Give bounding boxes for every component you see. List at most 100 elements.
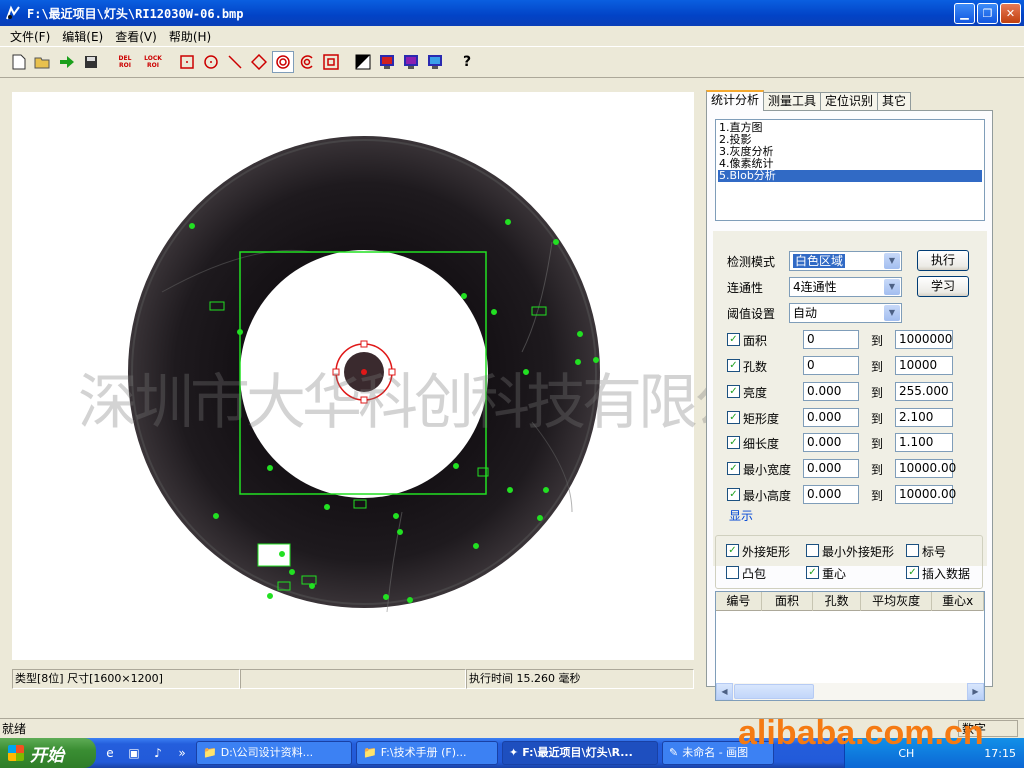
monitor-purple-button[interactable] bbox=[400, 51, 422, 73]
analysis-listbox[interactable]: 1.直方图 2.投影 3.灰度分析 4.像素统计 5.Blob分析 bbox=[715, 119, 985, 221]
list-item[interactable]: 1.直方图 bbox=[718, 122, 982, 134]
brightness-max-input[interactable]: 255.000 bbox=[895, 382, 953, 401]
column-header[interactable]: 面积 bbox=[762, 592, 814, 611]
del-roi-button[interactable]: DEL ROI bbox=[112, 51, 138, 73]
holes-max-input[interactable]: 10000 bbox=[895, 356, 953, 375]
image-canvas[interactable] bbox=[12, 92, 694, 660]
menu-view[interactable]: 查看(V) bbox=[109, 28, 163, 45]
task-folder-manual[interactable]: 📁 F:\技术手册 (F)... bbox=[356, 741, 498, 765]
quicklaunch-media-icon[interactable]: ♪ bbox=[148, 743, 168, 763]
column-header[interactable]: 编号 bbox=[716, 592, 762, 611]
minimize-button[interactable]: ▁ bbox=[954, 3, 975, 24]
holes-min-input[interactable]: 0 bbox=[803, 356, 859, 375]
menu-bar: 文件(F) 编辑(E) 查看(V) 帮助(H) bbox=[0, 26, 1024, 46]
del-roi-label-bottom: ROI bbox=[119, 62, 131, 69]
result-table[interactable]: 编号 面积 孔数 平均灰度 重心x ◀ ▶ bbox=[715, 591, 985, 701]
rect-ring-roi-button[interactable] bbox=[320, 51, 342, 73]
min-width-max-input[interactable]: 10000.00 bbox=[895, 459, 956, 478]
scroll-left-icon[interactable]: ◀ bbox=[716, 683, 733, 700]
insert-data-checkbox[interactable]: ✓ bbox=[906, 566, 919, 579]
area-max-input[interactable]: 1000000 bbox=[895, 330, 953, 349]
task-folder-design[interactable]: 📁 D:\公司设计资料... bbox=[196, 741, 352, 765]
learn-button[interactable]: 学习 bbox=[917, 276, 969, 297]
task-paint[interactable]: ✎ 未命名 - 画图 bbox=[662, 741, 774, 765]
title-bar[interactable]: F:\最近项目\灯头\RI12030W-06.bmp ▁ ❐ ✕ bbox=[0, 0, 1024, 26]
monitor-blue-button[interactable] bbox=[424, 51, 446, 73]
min-bounding-rect-checkbox[interactable] bbox=[806, 544, 819, 557]
new-file-button[interactable] bbox=[8, 51, 30, 73]
arc-roi-button[interactable] bbox=[296, 51, 318, 73]
point-roi-button[interactable] bbox=[176, 51, 198, 73]
threshold-select[interactable]: 自动 ▼ bbox=[789, 303, 902, 323]
menu-help[interactable]: 帮助(H) bbox=[163, 28, 217, 45]
min-height-max-input[interactable]: 10000.00 bbox=[895, 485, 956, 504]
detect-mode-select[interactable]: 白色区域 ▼ bbox=[789, 251, 902, 271]
scroll-right-icon[interactable]: ▶ bbox=[967, 683, 984, 700]
display-group-title: 显示 bbox=[729, 509, 754, 523]
quicklaunch-more-icon[interactable]: » bbox=[172, 743, 192, 763]
run-button[interactable] bbox=[56, 51, 78, 73]
area-min-input[interactable]: 0 bbox=[803, 330, 859, 349]
area-checkbox[interactable]: ✓ bbox=[727, 333, 740, 346]
quicklaunch-desktop-icon[interactable]: ▣ bbox=[124, 743, 144, 763]
column-header[interactable]: 平均灰度 bbox=[861, 592, 933, 611]
elongation-max-input[interactable]: 1.100 bbox=[895, 433, 953, 452]
save-button[interactable] bbox=[80, 51, 102, 73]
scroll-thumb[interactable] bbox=[734, 684, 814, 699]
contrast-button[interactable] bbox=[352, 51, 374, 73]
chevron-down-icon[interactable]: ▼ bbox=[884, 279, 900, 295]
open-file-button[interactable] bbox=[32, 51, 54, 73]
filter-label: 最小高度 bbox=[743, 489, 792, 503]
column-header[interactable]: 重心x bbox=[932, 592, 984, 611]
min-height-checkbox[interactable]: ✓ bbox=[727, 488, 740, 501]
min-width-checkbox[interactable]: ✓ bbox=[727, 462, 740, 475]
tab-measure[interactable]: 测量工具 bbox=[763, 92, 822, 111]
brightness-min-input[interactable]: 0.000 bbox=[803, 382, 859, 401]
horizontal-scrollbar[interactable]: ◀ ▶ bbox=[716, 683, 984, 700]
connectivity-select[interactable]: 4连通性 ▼ bbox=[789, 277, 902, 297]
quicklaunch-ie-icon[interactable]: e bbox=[100, 743, 120, 763]
convex-hull-checkbox[interactable] bbox=[726, 566, 739, 579]
elongation-checkbox[interactable]: ✓ bbox=[727, 436, 740, 449]
start-button[interactable]: 开始 bbox=[0, 738, 96, 768]
rectangularity-checkbox[interactable]: ✓ bbox=[727, 411, 740, 424]
label-checkbox[interactable] bbox=[906, 544, 919, 557]
help-button[interactable]: ? bbox=[456, 51, 478, 73]
column-header[interactable]: 孔数 bbox=[813, 592, 861, 611]
line-roi-button[interactable] bbox=[224, 51, 246, 73]
monitor-red-button[interactable] bbox=[376, 51, 398, 73]
chevron-down-icon[interactable]: ▼ bbox=[884, 253, 900, 269]
elongation-min-input[interactable]: 0.000 bbox=[803, 433, 859, 452]
task-vision-app[interactable]: ✦ F:\最近项目\灯头\R... bbox=[502, 741, 658, 765]
menu-file[interactable]: 文件(F) bbox=[4, 28, 56, 45]
diamond-roi-button[interactable] bbox=[248, 51, 270, 73]
tab-locate[interactable]: 定位识别 bbox=[820, 92, 879, 111]
centroid-checkbox[interactable]: ✓ bbox=[806, 566, 819, 579]
menu-edit[interactable]: 编辑(E) bbox=[56, 28, 109, 45]
tab-other[interactable]: 其它 bbox=[877, 92, 912, 111]
ring-roi-button[interactable] bbox=[272, 51, 294, 73]
tab-statistics[interactable]: 统计分析 bbox=[706, 90, 765, 111]
chevron-down-icon[interactable]: ▼ bbox=[884, 305, 900, 321]
to-label: 到 bbox=[871, 386, 884, 400]
close-button[interactable]: ✕ bbox=[1000, 3, 1021, 24]
language-indicator[interactable]: CH bbox=[898, 747, 914, 760]
monitor-purple-icon bbox=[404, 55, 418, 69]
lock-roi-button[interactable]: LOCK ROI bbox=[140, 51, 166, 73]
min-height-min-input[interactable]: 0.000 bbox=[803, 485, 859, 504]
bounding-rect-checkbox[interactable]: ✓ bbox=[726, 544, 739, 557]
circle-roi-button[interactable] bbox=[200, 51, 222, 73]
holes-checkbox[interactable]: ✓ bbox=[727, 359, 740, 372]
rectangularity-max-input[interactable]: 2.100 bbox=[895, 408, 953, 427]
list-item-selected[interactable]: 5.Blob分析 bbox=[718, 170, 982, 182]
min-width-min-input[interactable]: 0.000 bbox=[803, 459, 859, 478]
execute-button[interactable]: 执行 bbox=[917, 250, 969, 271]
filter-label: 亮度 bbox=[743, 386, 768, 400]
window-title: F:\最近项目\灯头\RI12030W-06.bmp bbox=[27, 6, 244, 21]
connectivity-value: 4连通性 bbox=[793, 280, 837, 294]
restore-button[interactable]: ❐ bbox=[977, 3, 998, 24]
clock[interactable]: 17:15 bbox=[984, 747, 1016, 760]
rectangularity-min-input[interactable]: 0.000 bbox=[803, 408, 859, 427]
app-icon[interactable] bbox=[5, 5, 21, 21]
brightness-checkbox[interactable]: ✓ bbox=[727, 385, 740, 398]
